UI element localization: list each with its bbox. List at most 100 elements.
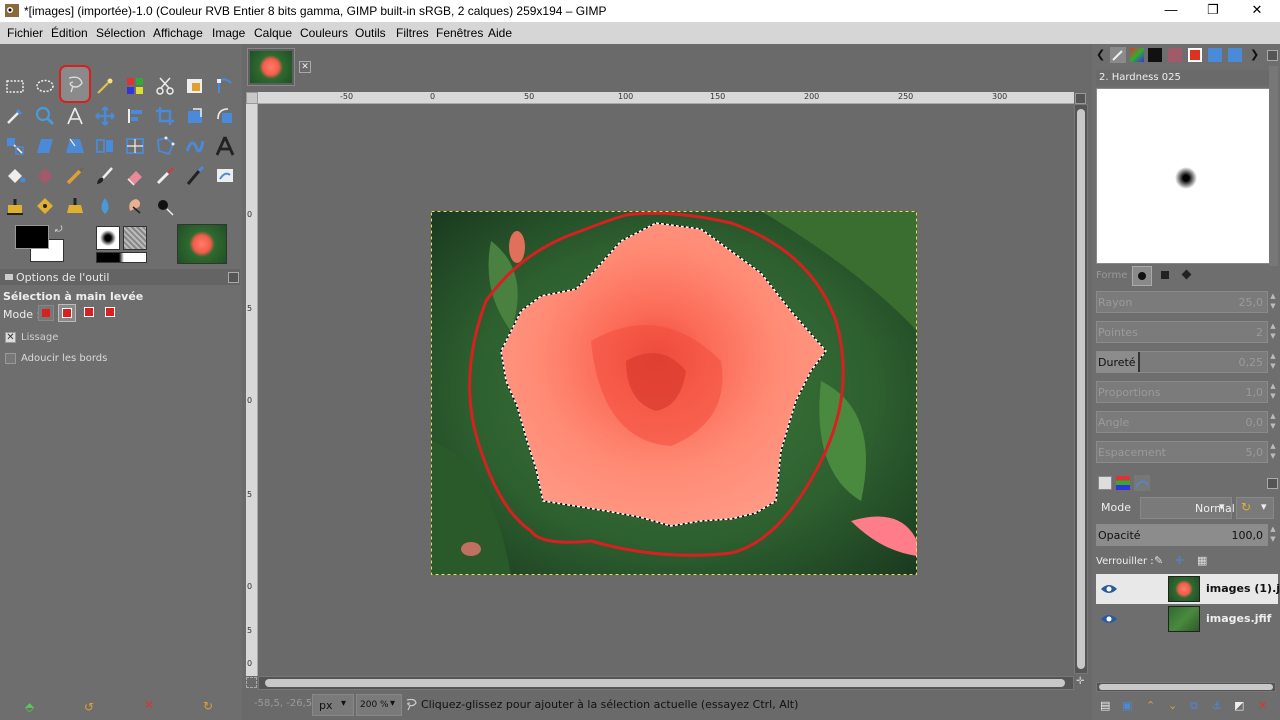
rayon-slider[interactable]: Rayon 25,0 — [1096, 291, 1268, 313]
image-canvas[interactable] — [431, 211, 917, 575]
smudge-icon[interactable] — [122, 193, 148, 219]
measure-icon[interactable] — [62, 103, 88, 129]
crop-icon[interactable] — [152, 103, 178, 129]
raise-layer-icon[interactable]: ⌃ — [1146, 699, 1155, 712]
horizontal-ruler[interactable]: -50 0 50 100 150 200 250 300 — [258, 92, 1074, 104]
bucket-fill-icon[interactable] — [2, 163, 28, 189]
menu-image[interactable]: Image — [212, 26, 245, 40]
vertical-scrollbar[interactable] — [1074, 104, 1088, 674]
paint-dynamics-tab-icon[interactable] — [1228, 48, 1242, 62]
pattern-indicator[interactable] — [123, 226, 147, 250]
paths-tab-icon[interactable] — [1134, 475, 1150, 491]
perspective-clone-icon[interactable] — [62, 193, 88, 219]
unit-select[interactable]: px ▾ — [312, 694, 354, 716]
rotate-icon[interactable] — [212, 103, 238, 129]
spin-arrows[interactable]: ▲ ▼ — [1268, 321, 1278, 343]
cage-transform-icon[interactable] — [152, 133, 178, 159]
select-by-color-icon[interactable] — [122, 73, 148, 99]
mode-subtract-button[interactable] — [82, 305, 98, 321]
zoom-select[interactable]: 200 % ▾ — [356, 694, 402, 716]
shear-icon[interactable] — [32, 133, 58, 159]
palettes-tab-icon[interactable] — [1188, 48, 1202, 62]
horizontal-scrollbar[interactable] — [258, 676, 1074, 690]
menu-selection[interactable]: Sélection — [96, 26, 145, 40]
angle-slider[interactable]: Angle 0,0 — [1096, 411, 1268, 433]
anchor-layer-icon[interactable]: ⚓ — [1212, 699, 1222, 712]
mode-replace-button[interactable] — [38, 305, 54, 321]
delete-layer-icon[interactable]: ✕ — [1258, 699, 1267, 712]
patterns-tab-icon[interactable] — [1130, 48, 1144, 62]
eraser-icon[interactable] — [122, 163, 148, 189]
lower-layer-icon[interactable]: ⌄ — [1168, 699, 1177, 712]
layers-dock-config-button[interactable] — [1267, 478, 1278, 489]
spin-arrows[interactable]: ▲ ▼ — [1268, 411, 1278, 433]
brushes-tab-icon[interactable] — [1110, 47, 1126, 63]
menu-couleurs[interactable]: Couleurs — [300, 26, 348, 40]
brush-preview[interactable] — [1096, 88, 1276, 264]
layers-tab-icon[interactable] — [1098, 476, 1112, 490]
menu-affichage[interactable]: Affichage — [153, 26, 203, 40]
restore-options-icon[interactable]: ↺ — [84, 700, 98, 714]
ruler-corner[interactable] — [246, 92, 258, 104]
foreground-color-swatch[interactable] — [15, 225, 49, 249]
move-icon[interactable] — [92, 103, 118, 129]
tool-presets-tab-icon[interactable] — [1208, 48, 1222, 62]
layers-scrollbar[interactable] — [1096, 682, 1276, 692]
maximize-button[interactable]: ❐ — [1190, 0, 1236, 22]
mypaint-brush-icon[interactable] — [212, 163, 238, 189]
active-image-thumbnail[interactable] — [177, 224, 227, 264]
lock-pixels-icon[interactable]: ✎ — [1154, 554, 1168, 568]
pencil-icon[interactable] — [62, 163, 88, 189]
layers-scroll-thumb[interactable] — [1099, 684, 1273, 690]
swap-colors-icon[interactable]: ⤾ — [55, 225, 65, 235]
flip-icon[interactable] — [92, 133, 118, 159]
blend-icon[interactable] — [32, 163, 58, 189]
duplicate-layer-icon[interactable]: ⧉ — [1190, 699, 1198, 713]
durete-slider[interactable]: Dureté 0,25 — [1096, 351, 1268, 373]
chevron-right-icon[interactable]: ❯ — [1250, 48, 1259, 61]
spin-arrows[interactable]: ▲ ▼ — [1268, 351, 1278, 373]
shape-square-button[interactable] — [1156, 266, 1176, 286]
opacity-slider[interactable]: Opacité 100,0 — [1096, 524, 1268, 546]
spin-arrows[interactable]: ▲ ▼ — [1268, 524, 1278, 546]
scissors-icon[interactable] — [152, 73, 178, 99]
layer-mode-select[interactable]: Normal ▾ — [1140, 497, 1235, 519]
brush-indicator[interactable] — [96, 226, 120, 250]
scale-icon[interactable] — [2, 133, 28, 159]
paintbrush-icon[interactable] — [92, 163, 118, 189]
menu-fichier[interactable]: Fichier — [7, 26, 43, 40]
channels-tab-icon[interactable] — [1116, 476, 1130, 490]
heal-icon[interactable] — [32, 193, 58, 219]
mode-intersect-button[interactable] — [103, 305, 119, 321]
shape-circle-button[interactable] — [1132, 266, 1152, 286]
proportions-slider[interactable]: Proportions 1,0 — [1096, 381, 1268, 403]
spin-arrows[interactable]: ▲ ▼ — [1268, 291, 1278, 313]
image-tab[interactable] — [247, 48, 295, 86]
vertical-ruler[interactable]: 0 5 0 5 0 5 0 — [246, 104, 258, 676]
navigate-button[interactable] — [1075, 93, 1086, 104]
gradients-tab-icon[interactable] — [1168, 48, 1182, 62]
menu-aide[interactable]: Aide — [488, 26, 512, 40]
horizontal-scroll-thumb[interactable] — [265, 679, 1065, 687]
text-icon[interactable] — [212, 133, 238, 159]
perspective-icon[interactable] — [62, 133, 88, 159]
panel-config-button[interactable] — [228, 272, 239, 283]
menu-filtres[interactable]: Filtres — [396, 26, 429, 40]
dock-config-button[interactable] — [1267, 50, 1278, 61]
airbrush-icon[interactable] — [152, 163, 178, 189]
new-layer-group-icon[interactable]: ▣ — [1122, 699, 1132, 712]
warp-icon[interactable] — [182, 133, 208, 159]
layer-row[interactable]: images.jfif — [1096, 604, 1278, 634]
ink-icon[interactable] — [182, 163, 208, 189]
dodge-burn-icon[interactable] — [152, 193, 178, 219]
espacement-slider[interactable]: Espacement 5,0 — [1096, 441, 1268, 463]
menu-fenetres[interactable]: Fenêtres — [436, 26, 483, 40]
close-tab-icon[interactable]: ✕ — [299, 61, 311, 73]
ellipse-select-icon[interactable] — [32, 73, 58, 99]
zoom-fit-button[interactable]: ✛ — [1076, 677, 1087, 688]
save-options-icon[interactable]: ⬘ — [25, 700, 39, 714]
lissage-checkbox[interactable]: ✕ — [5, 332, 16, 343]
fuzzy-select-icon[interactable] — [92, 73, 118, 99]
foreground-select-icon[interactable] — [182, 73, 208, 99]
menu-outils[interactable]: Outils — [355, 26, 386, 40]
